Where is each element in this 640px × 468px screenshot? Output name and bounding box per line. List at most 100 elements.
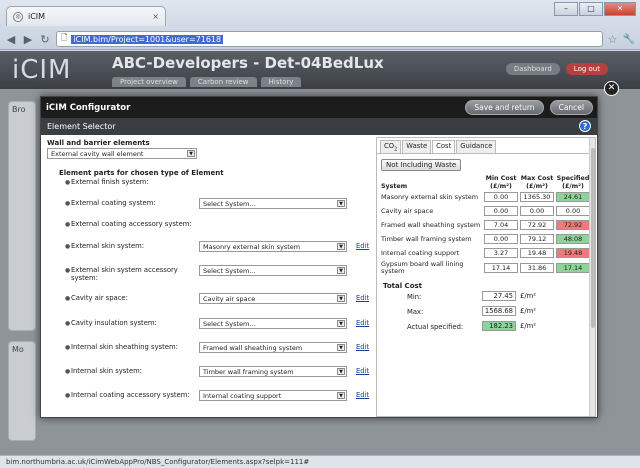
total-max-row: Max: 1568.68 £/m² [377, 305, 595, 320]
part-system-select[interactable]: Select System... ▼ [199, 198, 347, 209]
bullet-icon: ● [65, 243, 71, 250]
select-value: Select System... [203, 319, 256, 328]
window-close-icon[interactable]: ✕ [604, 2, 636, 16]
cancel-button[interactable]: Cancel [549, 100, 593, 115]
part-row: ● Cavity insulation system: Select System.… [45, 318, 375, 338]
cost-value: 7.04 [484, 220, 518, 231]
maximize-icon[interactable]: □ [579, 2, 603, 16]
part-label: External coating system: [71, 199, 156, 207]
edit-link[interactable]: Edit [356, 367, 369, 375]
cost-cell-spec: 19.48 [555, 246, 591, 260]
edit-link[interactable]: Edit [356, 391, 369, 399]
tab-project-overview[interactable]: Project overview [112, 77, 186, 87]
part-system-select[interactable]: Masonry external skin system ▼ [199, 241, 347, 252]
part-label: Internal skin sheathing system: [71, 343, 178, 351]
tab-close-icon[interactable]: × [152, 12, 159, 21]
cost-row: Cavity air space 0.00 0.00 0.00 [380, 204, 591, 218]
bullet-icon: ● [65, 221, 71, 228]
part-label: External skin system: [71, 242, 145, 250]
cost-table: System Min Cost (£/m²) Max Cost (£/m²) Spe… [380, 175, 591, 276]
wrench-icon[interactable]: 🔧 [623, 34, 635, 45]
cost-row: Internal coating support 3.27 19.48 19.48 [380, 246, 591, 260]
tab-carbon-review[interactable]: Carbon review [189, 77, 257, 87]
select-value: Select System... [203, 199, 256, 208]
cost-value: 1365.30 [520, 192, 554, 203]
logout-button[interactable]: Log out [565, 63, 608, 75]
scroll-thumb[interactable] [591, 148, 595, 328]
cost-value: 0.00 [556, 206, 590, 217]
tab-guidance[interactable]: Guidance [456, 140, 497, 154]
cost-value: 19.48 [520, 248, 554, 259]
unit-label: £/m² [520, 307, 536, 316]
bullet-icon: ● [65, 267, 71, 274]
part-system-select[interactable]: Cavity air space ▼ [199, 293, 347, 304]
tab-history[interactable]: History [260, 77, 302, 87]
side-card-label: Mo [12, 345, 24, 354]
tab-waste[interactable]: Waste [402, 140, 432, 154]
part-system-select[interactable]: Timber wall framing system ▼ [199, 366, 347, 377]
cost-panel: CO2 Waste Cost Guidance Not Including Wa… [376, 137, 596, 417]
system-name: Framed wall sheathing system [381, 220, 481, 229]
forward-icon[interactable]: ▶ [22, 33, 34, 46]
chevron-down-icon: ▼ [337, 368, 345, 375]
part-label: Internal skin system: [71, 367, 143, 375]
element-type-select[interactable]: External cavity wall element ▼ [47, 148, 197, 159]
edit-link[interactable]: Edit [356, 242, 369, 250]
cost-value: 24.61 [556, 192, 590, 203]
modal-title-bar: iCIM Configurator Save and return Cancel [41, 97, 597, 118]
unit-label: £/m² [520, 322, 536, 331]
part-system-select[interactable]: Select System... ▼ [199, 265, 347, 276]
address-url[interactable]: iCIM.bim/Project=1001&user=71618 [71, 34, 224, 44]
save-return-button[interactable]: Save and return [465, 100, 544, 115]
part-label: Cavity insulation system: [71, 319, 157, 327]
modal-close-icon[interactable]: ✕ [604, 81, 619, 96]
system-name: Gypsum board wall lining system [381, 260, 464, 276]
dashboard-button[interactable]: Dashboard [505, 63, 560, 75]
cost-cell-spec: 72.92 [555, 218, 591, 232]
edit-link[interactable]: Edit [356, 294, 369, 302]
bullet-icon: ● [65, 392, 71, 399]
tab-co2[interactable]: CO2 [380, 140, 402, 154]
part-system-select[interactable]: Select System... ▼ [199, 318, 347, 329]
project-title: ABC-Developers - Det-04BedLux [112, 54, 384, 72]
total-max-label: Max: [407, 308, 424, 317]
select-value: Masonry external skin system [203, 242, 301, 251]
total-actual-row: Actual specified: 182.23 £/m² [377, 320, 595, 335]
cost-value: 72.92 [520, 220, 554, 231]
side-card-bottom: Mo [8, 341, 36, 441]
tab-cost[interactable]: Cost [432, 140, 456, 154]
bookmark-star-icon[interactable]: ☆ [608, 33, 618, 46]
side-card-top: Bro [8, 101, 36, 331]
cost-row: Framed wall sheathing system 7.04 72.92 72.… [380, 218, 591, 232]
back-icon[interactable]: ◀ [5, 33, 17, 46]
cost-value: 19.48 [556, 248, 590, 259]
edit-link[interactable]: Edit [356, 343, 369, 351]
col-system: System [381, 182, 408, 190]
cost-row: Gypsum board wall lining system 17.14 31.8… [380, 260, 591, 276]
reload-icon[interactable]: ↻ [39, 33, 51, 46]
cost-row: Timber wall framing system 0.00 79.12 48.08 [380, 232, 591, 246]
minimize-icon[interactable]: – [554, 2, 578, 16]
app-tabs: Project overview Carbon review History [112, 77, 302, 87]
browser-tab[interactable]: ◎ iCIM × [6, 6, 166, 26]
help-icon[interactable]: ? [579, 120, 591, 132]
edit-link[interactable]: Edit [356, 319, 369, 327]
parts-title: Element parts for chosen type of Element [59, 169, 224, 177]
col-max: Max Cost (£/m²) [520, 175, 554, 190]
element-selector-header: Element Selector ? [41, 118, 597, 135]
part-system-select[interactable]: Internal coating support ▼ [199, 390, 347, 401]
not-including-waste-button[interactable]: Not Including Waste [381, 159, 462, 172]
system-name: Timber wall framing system [381, 234, 472, 243]
cost-cell-min: 0.00 [483, 190, 519, 204]
globe-icon: ◎ [13, 11, 23, 22]
cost-cell-max: 19.48 [519, 246, 555, 260]
part-row: ● External coating accessory system: [45, 219, 375, 239]
address-bar[interactable]: 🗋 iCIM.bim/Project=1001&user=71618 [56, 31, 603, 47]
part-system-select[interactable]: Framed wall sheathing system ▼ [199, 342, 347, 353]
chevron-down-icon: ▼ [337, 392, 345, 399]
bullet-icon: ● [65, 368, 71, 375]
total-min-value: 27.45 [482, 291, 516, 302]
status-bar: bim.northumbria.ac.uk/iCimWebAppPro/NBS_… [0, 455, 640, 468]
cost-panel-scrollbar[interactable] [589, 138, 595, 416]
cost-cell-spec: 17.14 [555, 260, 591, 276]
